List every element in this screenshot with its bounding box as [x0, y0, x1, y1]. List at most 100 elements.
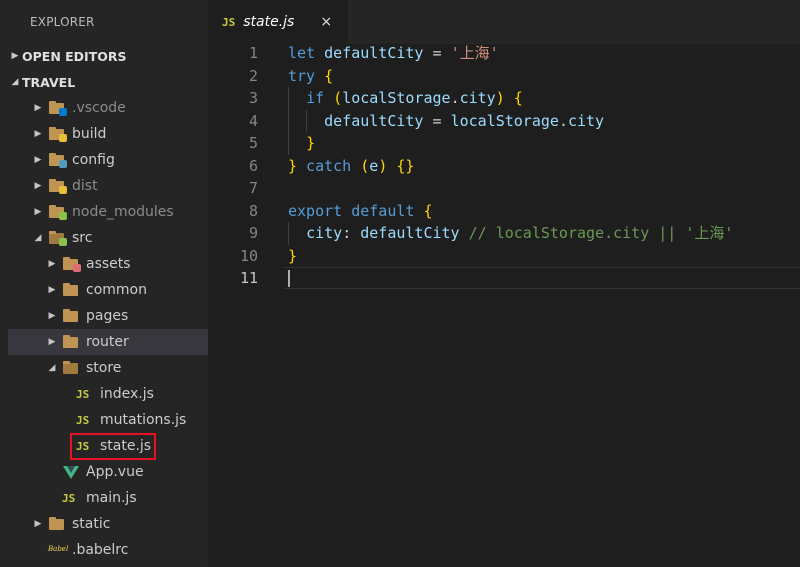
js-file-icon: JS [222, 15, 236, 29]
tree-item-app-vue[interactable]: App.vue [8, 459, 208, 485]
tree-item-label: assets [86, 256, 131, 272]
code-line[interactable]: 4 defaultCity = localStorage.city [208, 109, 800, 133]
tree-item-label: App.vue [86, 464, 144, 480]
code-text: } [288, 132, 315, 155]
line-number: 9 [248, 224, 258, 242]
chevron-right-icon: ▶ [34, 129, 42, 139]
code-editor[interactable]: 1 let defaultCity = '上海' 2 try {3 if (local… [208, 42, 800, 290]
folder-icon [48, 516, 66, 532]
tree-item-store[interactable]: ◢ store [8, 355, 208, 381]
code-token: if [306, 89, 334, 107]
code-line[interactable]: 5 } [208, 132, 800, 155]
code-token: { [423, 201, 433, 220]
tree-item-src[interactable]: ◢ src [8, 225, 208, 251]
code-token: localStorage [342, 89, 451, 107]
code-token: export default [288, 201, 424, 220]
folder-icon [48, 152, 67, 168]
travel-project-section[interactable]: ◢ TRAVEL [8, 69, 208, 95]
tree-item-label: dist [72, 178, 98, 194]
folder-icon [48, 178, 67, 194]
chevron-right-icon: ▶ [48, 337, 56, 347]
folder-open-icon [48, 230, 67, 246]
editor-area: JS state.js × 1 let defaultCity = '上海' 2 tr… [208, 0, 800, 567]
tree-item-build[interactable]: ▶ build [8, 121, 208, 147]
tree-item-node-modules[interactable]: ▶ node_modules [8, 199, 208, 225]
chevron-right-icon: ▶ [34, 155, 42, 165]
open-editors-section[interactable]: ▶ OPEN EDITORS [8, 43, 208, 69]
tree-item-label: node_modules [72, 204, 174, 220]
tree-item-router[interactable]: ▶ router [8, 329, 208, 355]
code-token: ) [378, 156, 388, 175]
code-token: : [342, 224, 361, 242]
chevron-down-icon: ◢ [11, 77, 19, 87]
folder-icon [48, 204, 67, 220]
code-line[interactable]: 7 [208, 177, 800, 200]
code-token: defaultCity [360, 224, 460, 242]
code-token: { [324, 66, 334, 85]
project-label: TRAVEL [22, 74, 76, 90]
code-line[interactable]: 11 [208, 267, 800, 290]
code-token: '上海' [450, 44, 499, 62]
tree-item-vscode[interactable]: ▶ .vscode [8, 95, 208, 121]
code-token: e [369, 156, 379, 175]
vue-file-icon [62, 464, 80, 480]
line-number: 8 [248, 201, 258, 220]
line-number: 6 [248, 156, 258, 175]
line-number: 7 [248, 179, 258, 197]
tree-item-config[interactable]: ▶ config [8, 147, 208, 173]
tree-item-label: common [86, 282, 147, 298]
code-token: defaultCity [324, 44, 424, 62]
chevron-right-icon: ▶ [34, 519, 42, 529]
line-number: 4 [248, 111, 258, 130]
tree-item-babelrc[interactable]: Babel .babelrc [8, 537, 208, 563]
code-token: ( [360, 156, 370, 175]
code-token: // localStorage.city || '上海' [459, 224, 734, 242]
tab-state-js[interactable]: JS state.js × [208, 0, 348, 44]
tab-bar: JS state.js × [208, 0, 800, 44]
code-line[interactable]: 3 if (localStorage.city) { [208, 87, 800, 110]
open-editors-label: OPEN EDITORS [22, 48, 127, 64]
line-number: 5 [248, 134, 258, 152]
text-cursor [288, 270, 290, 287]
tree-item-label: mutations.js [100, 412, 187, 428]
code-text: try { [288, 65, 333, 88]
code-line[interactable]: 2 try { [208, 65, 800, 88]
tree-item-static[interactable]: ▶ static [8, 511, 208, 537]
code-text: defaultCity = localStorage.city [288, 110, 604, 133]
code-line[interactable]: 9 city: defaultCity // localStorage.city… [208, 222, 800, 245]
code-line[interactable]: 1 let defaultCity = '上海' [208, 42, 800, 65]
line-number: 11 [239, 269, 258, 287]
code-token: } [306, 134, 316, 152]
tree-item-index-js[interactable]: JS index.js [8, 381, 208, 407]
chevron-right-icon: ▶ [34, 207, 42, 217]
code-text: let defaultCity = '上海' [288, 42, 499, 65]
tree-item-dist[interactable]: ▶ dist [8, 173, 208, 199]
folder-open-icon [62, 360, 80, 376]
code-line[interactable]: 6} catch (e) {} [208, 155, 800, 178]
tree-item-mutations-js[interactable]: JS mutations.js [8, 407, 208, 433]
chevron-right-icon: ▶ [48, 311, 56, 321]
code-line[interactable]: 10} [208, 245, 800, 268]
tree-item-common[interactable]: ▶ common [8, 277, 208, 303]
line-number: 1 [248, 44, 258, 62]
code-token: ( [333, 89, 343, 107]
tree-item-pages[interactable]: ▶ pages [8, 303, 208, 329]
chevron-right-icon: ▶ [48, 285, 56, 295]
chevron-down-icon: ◢ [48, 363, 56, 373]
chevron-right-icon: ▶ [34, 181, 42, 191]
code-line[interactable]: 8 export default { [208, 200, 800, 223]
tree-item-label: static [72, 516, 111, 532]
tree-item-main-js[interactable]: JS main.js [8, 485, 208, 511]
chevron-right-icon: ▶ [34, 103, 42, 113]
code-token: city [567, 111, 605, 130]
folder-icon [62, 334, 80, 350]
code-token: let [288, 44, 325, 62]
tree-item-label: pages [86, 308, 129, 324]
code-token: } [288, 246, 298, 265]
tree-item-label: router [86, 334, 129, 350]
tree-item-assets[interactable]: ▶ assets [8, 251, 208, 277]
close-icon[interactable]: × [320, 14, 332, 30]
